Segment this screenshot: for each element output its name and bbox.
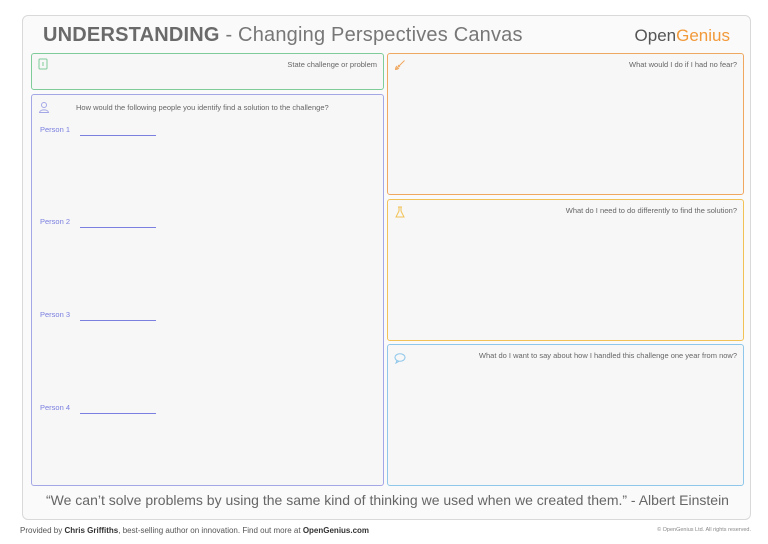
footer-middle: , best-selling author on innovation. Fin… [118,526,303,535]
person-2-line[interactable] [80,227,156,228]
person-4-line[interactable] [80,413,156,414]
person-2-label: Person 2 [40,217,71,226]
person-3-line[interactable] [80,320,156,321]
flask-icon [395,206,405,218]
rocket-icon [394,60,405,71]
person-4-label: Person 4 [40,403,71,412]
person-1-label: Person 1 [40,125,71,134]
page-title: UNDERSTANDING - Changing Perspectives Ca… [43,24,523,47]
person-1-line[interactable] [80,135,156,136]
do-differently-label: What do I need to do differently to find… [565,206,737,215]
person-icon [38,102,50,113]
people-perspectives-box[interactable]: How would the following people you ident… [31,94,384,486]
no-fear-label: What would I do if I had no fear? [629,60,737,69]
no-fear-box[interactable]: What would I do if I had no fear? [387,53,744,195]
people-perspectives-label: How would the following people you ident… [76,103,329,112]
state-challenge-box[interactable]: State challenge or problem [31,53,384,90]
footer-credit: Provided by Chris Griffiths, best-sellin… [20,526,369,535]
canvas-card: UNDERSTANDING - Changing Perspectives Ca… [22,15,751,520]
person-3-label: Person 3 [40,310,71,319]
footer-copyright: © OpenGenius Ltd. All rights reserved. [657,527,751,533]
footer-author: Chris Griffiths [64,526,119,535]
logo-open: Open [634,26,677,45]
document-icon [38,58,48,70]
do-differently-box[interactable]: What do I need to do differently to find… [387,199,744,341]
speech-bubble-icon [394,353,406,364]
title-strong: UNDERSTANDING [43,24,220,46]
footer-site-link[interactable]: OpenGenius.com [303,526,369,535]
one-year-box[interactable]: What do I want to say about how I handle… [387,344,744,486]
footer-prefix: Provided by [20,526,65,535]
logo-genius: Genius [676,26,730,45]
one-year-label: What do I want to say about how I handle… [478,351,737,360]
state-challenge-label: State challenge or problem [287,60,377,69]
einstein-quote: “We can’t solve problems by using the sa… [46,492,729,508]
title-rest: - Changing Perspectives Canvas [219,24,523,46]
opengenius-logo: OpenGenius [635,26,730,46]
